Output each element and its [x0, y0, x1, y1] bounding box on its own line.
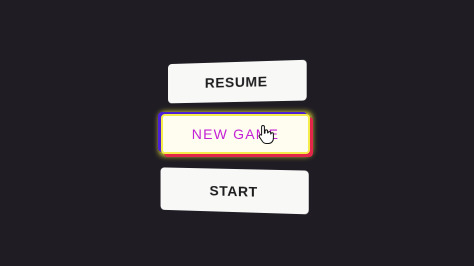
start-button-label: START	[209, 181, 258, 200]
hand-pointer-icon	[258, 124, 274, 144]
new-game-button[interactable]: NEW GAME	[161, 114, 310, 154]
start-button[interactable]: START	[160, 167, 309, 215]
main-menu: RESUME NEW GAME START	[0, 0, 474, 266]
resume-button-label: RESUME	[204, 73, 268, 91]
resume-button[interactable]: RESUME	[168, 59, 307, 104]
